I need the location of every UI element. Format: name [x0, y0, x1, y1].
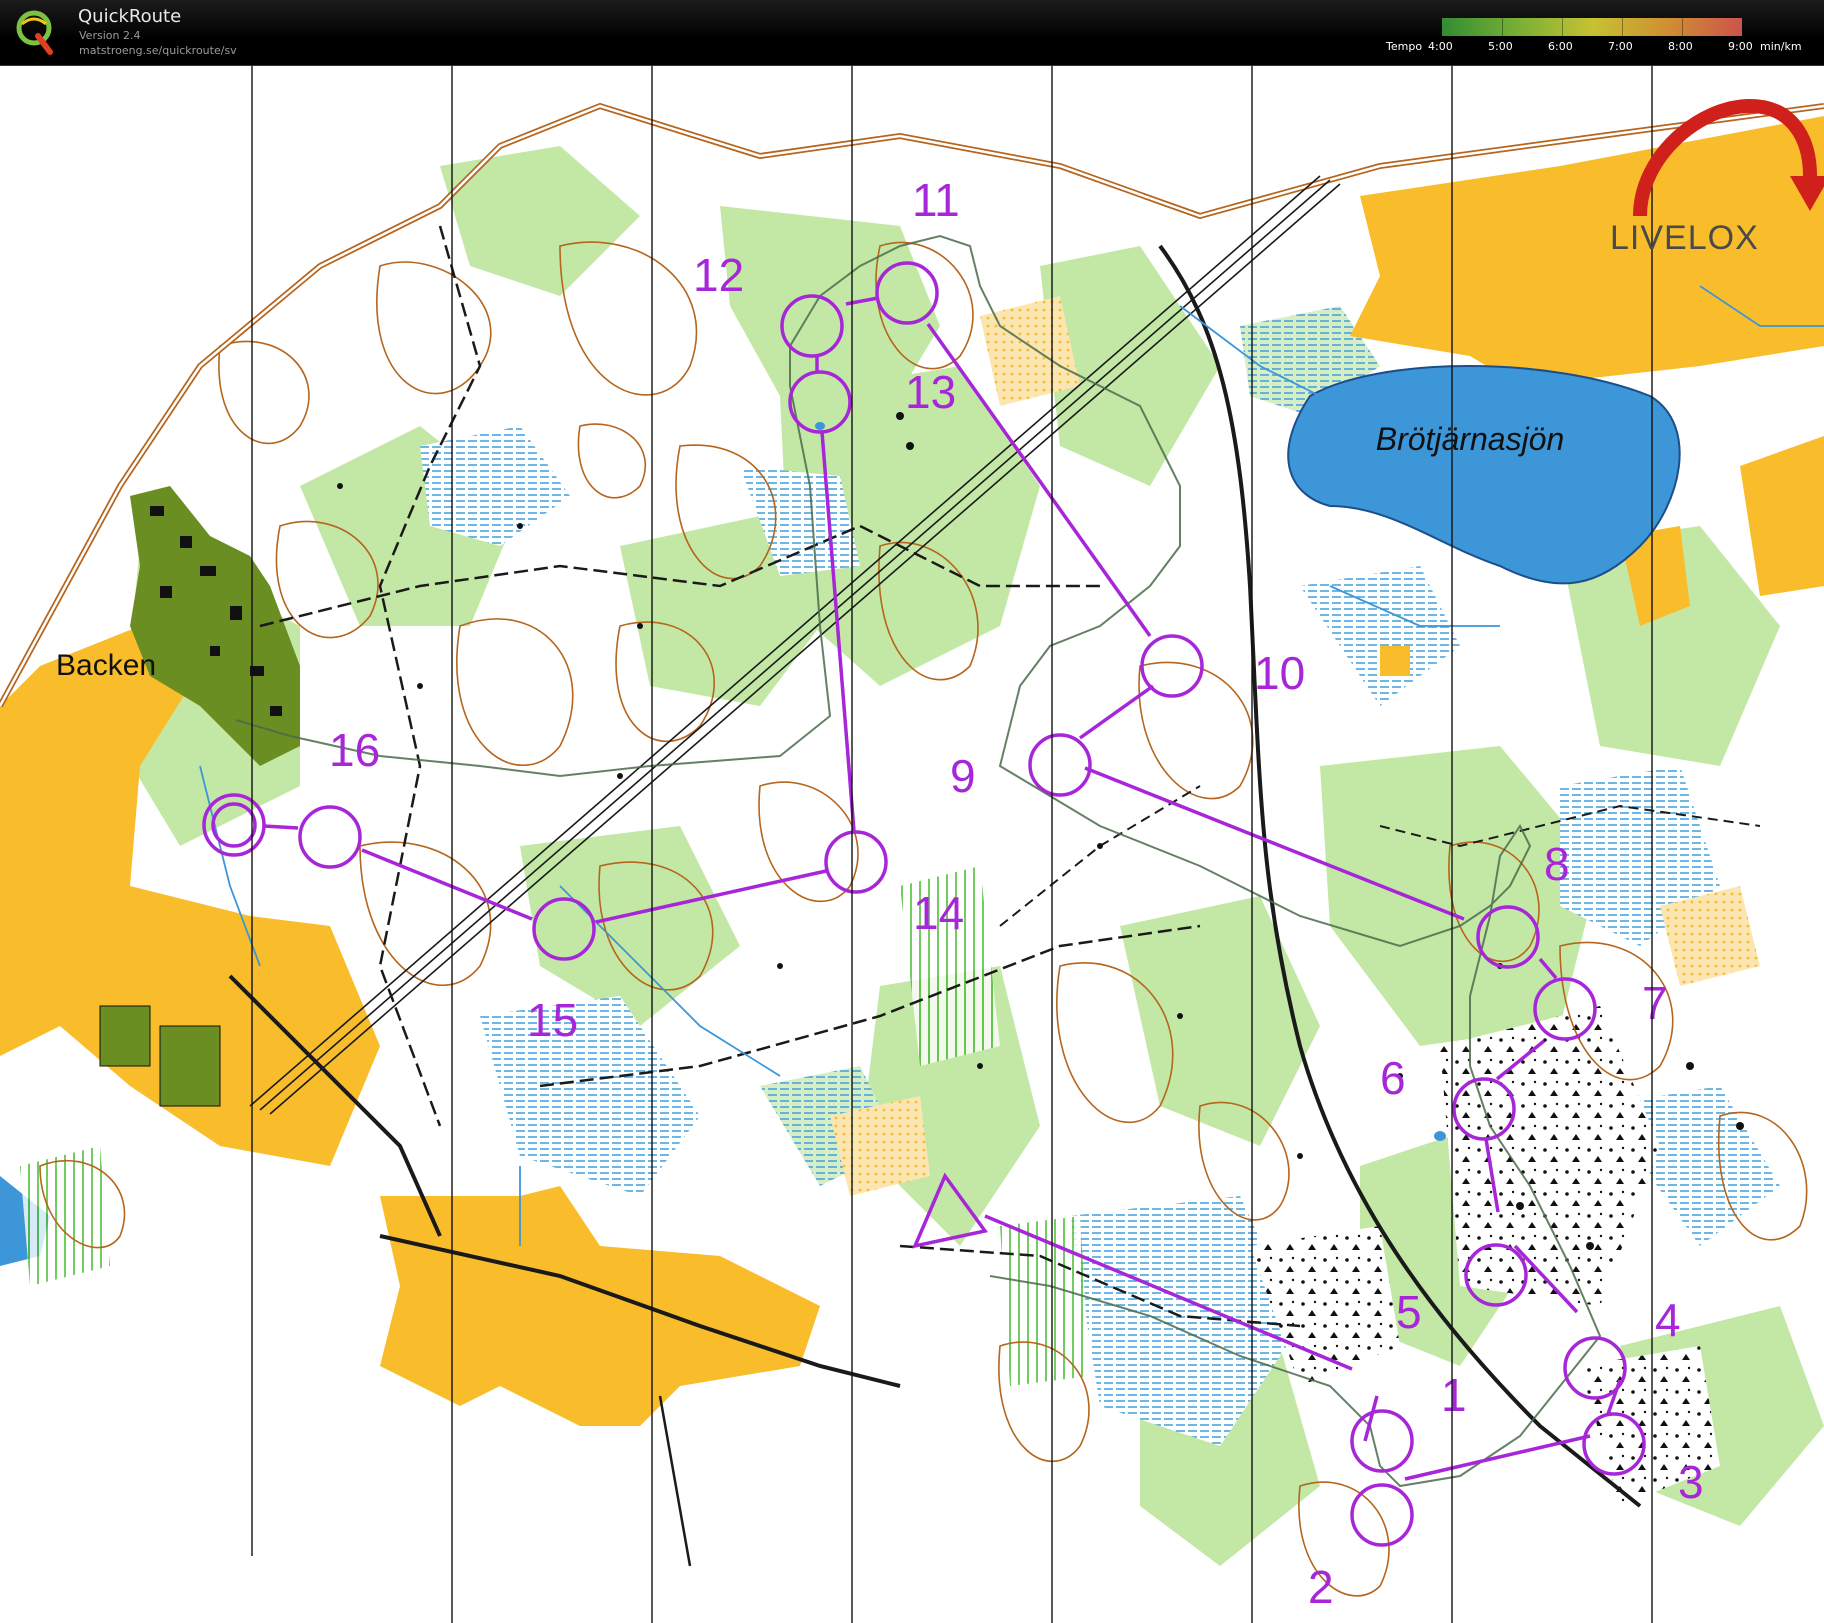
control-number: 3	[1678, 1456, 1704, 1508]
control-number: 11	[912, 174, 960, 226]
tempo-prefix: Tempo	[1386, 40, 1423, 53]
tempo-color-bar	[1442, 18, 1742, 36]
tempo-label: 5:00	[1488, 40, 1513, 53]
livelox-label: LIVELOX	[1610, 219, 1759, 257]
tempo-scale: Tempo 4:00 5:00 6:00 7:00 8:00 9:00 min/…	[1380, 18, 1820, 58]
app-version: Version 2.4	[79, 29, 141, 42]
control-number: 14	[913, 887, 964, 939]
control-number: 4	[1655, 1294, 1681, 1346]
app-url: matstroeng.se/quickroute/sv	[79, 44, 237, 57]
tempo-tick	[1622, 18, 1623, 36]
tempo-label: 9:00	[1728, 40, 1753, 53]
tempo-label: 4:00	[1428, 40, 1453, 53]
app-title: QuickRoute	[78, 6, 182, 27]
tempo-unit: min/km	[1760, 40, 1802, 53]
tempo-tick	[1682, 18, 1683, 36]
control-number: 8	[1544, 838, 1570, 890]
tempo-label: 6:00	[1548, 40, 1573, 53]
control-number: 16	[329, 724, 380, 776]
control-number: 2	[1308, 1561, 1334, 1613]
control-number: 15	[527, 994, 578, 1046]
course-leg	[263, 824, 299, 830]
control-number: 13	[905, 366, 956, 418]
tempo-label: 7:00	[1608, 40, 1633, 53]
tempo-tick	[1562, 18, 1563, 36]
tempo-label: 8:00	[1668, 40, 1693, 53]
control-number: 1	[1441, 1369, 1467, 1421]
orienteering-map[interactable]: Brötjärnasjön Backen 1 2 3 4 5 6 7 8 9 1…	[0, 66, 1824, 1623]
quickroute-logo-icon	[14, 6, 60, 58]
place-name-label: Backen	[56, 649, 156, 682]
control-number: 5	[1396, 1286, 1422, 1338]
tempo-tick	[1502, 18, 1503, 36]
control-number: 12	[693, 249, 744, 301]
quickroute-header: QuickRoute Version 2.4 matstroeng.se/qui…	[0, 0, 1824, 66]
control-number: 6	[1380, 1052, 1406, 1104]
lake-name-label: Brötjärnasjön	[1376, 421, 1565, 457]
control-number: 7	[1642, 977, 1668, 1029]
control-number: 9	[950, 750, 976, 802]
control-number: 10	[1254, 647, 1305, 699]
